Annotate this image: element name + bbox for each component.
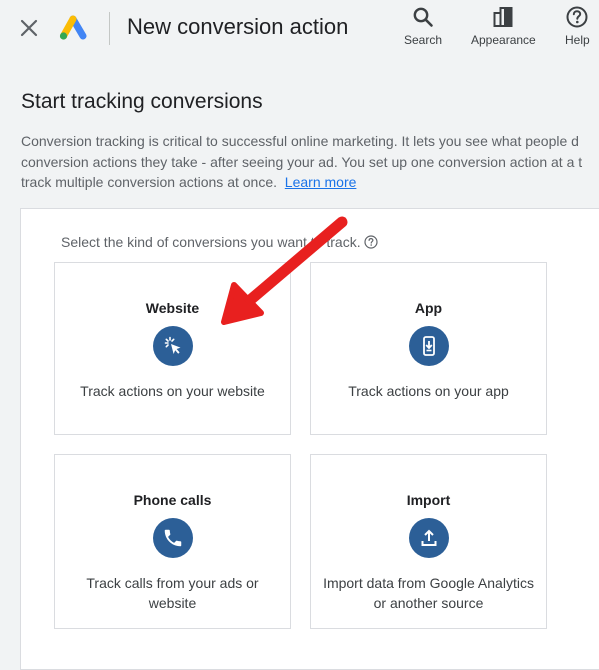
card-description: Track calls from your ads or website bbox=[86, 575, 259, 611]
phone-icon bbox=[152, 518, 193, 558]
search-icon bbox=[412, 4, 434, 30]
mobile-download-icon bbox=[408, 326, 449, 366]
learn-more-link[interactable]: Learn more bbox=[285, 174, 357, 190]
app-card[interactable]: App Track actions on your app bbox=[310, 262, 547, 435]
card-title: Website bbox=[145, 300, 200, 316]
card-title: Import bbox=[406, 492, 451, 508]
card-title: Phone calls bbox=[133, 492, 212, 508]
header-divider bbox=[109, 12, 110, 45]
close-icon bbox=[20, 19, 38, 37]
intro-text: Conversion tracking is critical to succe… bbox=[21, 131, 599, 193]
phone-calls-card[interactable]: Phone calls Track calls from your ads or… bbox=[54, 454, 291, 629]
top-bar: New conversion action Search Appearance bbox=[0, 0, 599, 57]
section-title: Start tracking conversions bbox=[21, 90, 263, 113]
card-description: Import data from Google Analytics or ano… bbox=[323, 575, 534, 611]
intro-line: conversion actions they take - after see… bbox=[21, 153, 583, 170]
page-title: New conversion action bbox=[127, 14, 349, 39]
help-button[interactable]: Help bbox=[565, 4, 590, 47]
card-title: App bbox=[414, 300, 443, 316]
card-description: Track actions on your app bbox=[348, 383, 509, 399]
help-icon bbox=[565, 4, 589, 30]
close-button[interactable] bbox=[17, 16, 41, 40]
intro-line: Conversion tracking is critical to succe… bbox=[21, 133, 579, 149]
appearance-icon bbox=[492, 4, 514, 30]
search-button[interactable]: Search bbox=[404, 4, 442, 47]
appearance-button[interactable]: Appearance bbox=[471, 4, 536, 47]
appearance-label: Appearance bbox=[471, 33, 536, 47]
help-label: Help bbox=[565, 33, 590, 47]
prompt-text: Select the kind of conversions you want … bbox=[61, 234, 361, 250]
card-description: Track actions on your website bbox=[80, 383, 265, 399]
help-circle-icon[interactable] bbox=[364, 235, 378, 249]
google-ads-logo bbox=[59, 15, 87, 40]
intro-line: track multiple conversion actions at onc… bbox=[21, 172, 599, 193]
import-card[interactable]: Import Import data from Google Analytics… bbox=[310, 454, 547, 629]
conversion-kind-prompt: Select the kind of conversions you want … bbox=[61, 234, 378, 250]
search-label: Search bbox=[404, 33, 443, 47]
intro-line-text: track multiple conversion actions at onc… bbox=[21, 174, 278, 190]
website-card[interactable]: Website Track actions on your website bbox=[54, 262, 291, 435]
cursor-click-icon bbox=[152, 326, 193, 366]
upload-icon bbox=[408, 518, 449, 558]
